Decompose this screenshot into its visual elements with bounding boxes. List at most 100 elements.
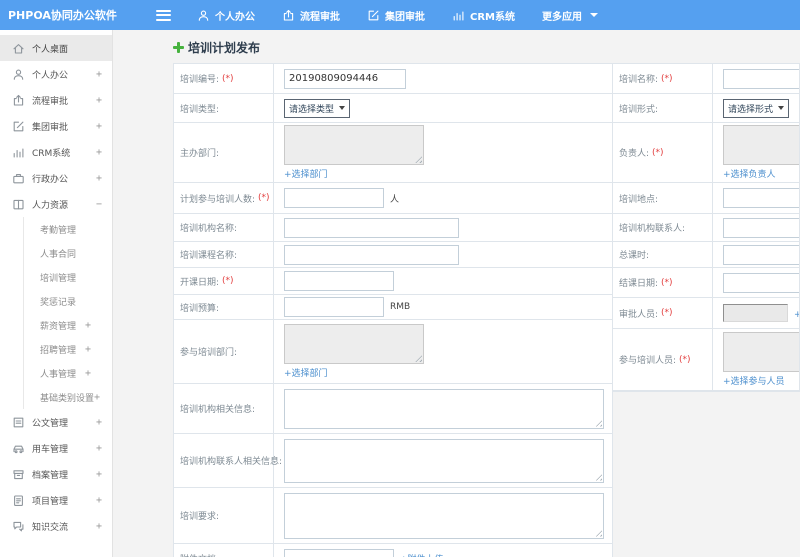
field-label-org-name: 培训机构名称: xyxy=(174,214,274,241)
nav-item-personal-office[interactable]: 个人办公 xyxy=(197,8,255,23)
sidebar-item-vehicle-mgmt[interactable]: 用车管理 + xyxy=(0,435,112,461)
field-label-training-form: 培训形式: xyxy=(613,94,713,122)
hamburger-icon[interactable] xyxy=(156,9,171,21)
expand-icon[interactable]: + xyxy=(94,392,100,403)
sidebar-item-knowledge-exchange[interactable]: 知识交流 + xyxy=(0,513,112,539)
page-title-text: 培训计划发布 xyxy=(188,41,261,55)
sidebar-item-salary-mgmt[interactable]: 薪资管理 + xyxy=(24,313,112,337)
org-contact-info-textarea[interactable] xyxy=(284,438,604,483)
nav-item-group-approval[interactable]: 集团审批 xyxy=(367,8,425,23)
sidebar-item-reward-punishment[interactable]: 奖惩记录 xyxy=(24,289,112,313)
form-row-location: 培训地点: xyxy=(613,183,799,214)
nav-item-workflow-approval[interactable]: 流程审批 xyxy=(282,8,340,23)
sidebar-item-label: 基础类别设置 xyxy=(40,393,95,404)
nav-item-crm-system[interactable]: CRM系统 xyxy=(452,8,515,23)
form-row-planned-participants: 计划参与培训人数: (*) 人 xyxy=(174,183,612,214)
participants-picker-link[interactable]: +选择参与人员 xyxy=(723,374,785,387)
training-requirements-textarea[interactable] xyxy=(284,492,604,539)
collapse-icon[interactable]: − xyxy=(96,199,102,210)
archive-icon xyxy=(12,468,25,481)
expand-icon[interactable]: + xyxy=(96,173,102,184)
sidebar-item-document-mgmt[interactable]: 公文管理 + xyxy=(0,409,112,435)
field-label-text: 培训机构联系人: xyxy=(619,224,686,234)
attachment-input[interactable] xyxy=(284,548,394,557)
sidebar-item-label: 用车管理 xyxy=(32,444,69,455)
expand-icon[interactable]: + xyxy=(96,469,102,480)
sidebar-item-human-resources[interactable]: 人力资源 − xyxy=(0,191,112,217)
training-no-input[interactable] xyxy=(284,68,406,89)
sidebar-item-base-category-settings[interactable]: 基础类别设置 + xyxy=(24,385,112,409)
budget-input[interactable] xyxy=(284,297,384,317)
training-name-input[interactable] xyxy=(723,68,799,89)
sidebar-item-archive-mgmt[interactable]: 档案管理 + xyxy=(0,461,112,487)
form-row-end-date: 结课日期: (*) xyxy=(613,268,799,298)
sidebar-item-group-approval[interactable]: 集团审批 + xyxy=(0,113,112,139)
field-control-training-name xyxy=(713,64,799,93)
location-input[interactable] xyxy=(723,188,799,208)
org-info-textarea[interactable] xyxy=(284,388,604,429)
required-marker: (*) xyxy=(679,354,691,365)
form-row-participants: 参与培训人员: (*) +选择参与人员 xyxy=(613,329,799,391)
approver-picker-link[interactable]: +选择审批人员 xyxy=(794,307,799,320)
leader-picker-link[interactable]: +选择负责人 xyxy=(723,167,776,180)
field-label-end-date: 结课日期: (*) xyxy=(613,268,713,297)
end-date-input[interactable] xyxy=(723,272,799,293)
expand-icon[interactable]: + xyxy=(85,368,91,379)
field-control-training-type: 请选择类型 xyxy=(274,94,612,122)
sidebar-item-workflow-approval[interactable]: 流程审批 + xyxy=(0,87,112,113)
course-name-input[interactable] xyxy=(284,244,459,265)
expand-icon[interactable]: + xyxy=(96,121,102,132)
sidebar-item-training-mgmt[interactable]: 培训管理 xyxy=(24,265,112,289)
sidebar-item-personnel-mgmt[interactable]: 人事管理 + xyxy=(24,361,112,385)
planned-participants-input[interactable] xyxy=(284,188,384,208)
field-label-text: 主办部门: xyxy=(180,149,220,159)
field-control-total-hours xyxy=(713,242,799,267)
expand-icon[interactable]: + xyxy=(96,69,102,80)
page-title: 培训计划发布 xyxy=(173,39,800,56)
field-label-text: 培训机构联系人相关信息: xyxy=(180,457,283,467)
sidebar-item-hr-contract[interactable]: 人事合同 xyxy=(24,241,112,265)
sidebar-item-label: 知识交流 xyxy=(32,522,69,533)
training-form-select[interactable]: 请选择形式 xyxy=(723,98,789,118)
total-hours-input[interactable] xyxy=(723,244,799,265)
sidebar-item-project-mgmt[interactable]: 项目管理 + xyxy=(0,487,112,513)
field-label-leader: 负责人: (*) xyxy=(613,123,713,182)
field-label-training-requirements: 培训要求: xyxy=(174,488,274,543)
org-name-input[interactable] xyxy=(284,217,459,238)
home-icon xyxy=(12,42,25,55)
field-label-text: 培训预算: xyxy=(180,303,220,314)
attachment-picker-link[interactable]: +附件上传 xyxy=(400,552,444,557)
field-label-location: 培训地点: xyxy=(613,183,713,213)
expand-icon[interactable]: + xyxy=(96,147,102,158)
expand-icon[interactable]: + xyxy=(96,95,102,106)
sidebar-item-attendance-mgmt[interactable]: 考勤管理 xyxy=(24,217,112,241)
host-dept-picker-link[interactable]: +选择部门 xyxy=(284,167,328,180)
expand-icon[interactable]: + xyxy=(96,495,102,506)
expand-icon[interactable]: + xyxy=(85,320,91,331)
nav-item-label: 集团审批 xyxy=(385,11,425,23)
sidebar-item-recruit-mgmt[interactable]: 招聘管理 + xyxy=(24,337,112,361)
sidebar-item-personal-office[interactable]: 个人办公 + xyxy=(0,61,112,87)
form-left-panel: 培训编号:(*)培训类型:请选择类型主办部门:+选择部门计划参与培训人数:(*)… xyxy=(173,63,613,557)
start-date-input[interactable] xyxy=(284,271,394,291)
sidebar-item-label: 培训管理 xyxy=(40,273,77,284)
sidebar-item-admin-office[interactable]: 行政办公 + xyxy=(0,165,112,191)
participating-depts-picker-link[interactable]: +选择部门 xyxy=(284,366,328,379)
sidebar-item-personal-desktop[interactable]: 个人桌面 xyxy=(0,35,112,61)
expand-icon[interactable]: + xyxy=(96,417,102,428)
expand-icon[interactable]: + xyxy=(96,521,102,532)
field-control-end-date xyxy=(713,268,799,297)
training-type-select[interactable]: 请选择类型 xyxy=(284,98,350,118)
expand-icon[interactable]: + xyxy=(85,344,91,355)
main-content: 培训计划发布 培训编号:(*)培训类型:请选择类型主办部门:+选择部门计划参与培… xyxy=(113,30,800,557)
sidebar-item-crm-system[interactable]: CRM系统 + xyxy=(0,139,112,165)
training-plan-form: 培训编号:(*)培训类型:请选择类型主办部门:+选择部门计划参与培训人数:(*)… xyxy=(173,63,800,557)
org-contact-input[interactable] xyxy=(723,217,799,238)
field-control-start-date xyxy=(274,268,612,294)
nav-item-more-apps[interactable]: 更多应用 xyxy=(542,8,598,23)
expand-icon[interactable]: + xyxy=(96,443,102,454)
sidebar-subtree-human-resources: 考勤管理 人事合同 培训管理 奖惩记录 薪资管理 + 招聘管理 + 人事管理 + 基础类别设置 + xyxy=(23,217,112,409)
required-marker: (*) xyxy=(661,73,673,84)
field-label-text: 负责人: xyxy=(619,149,650,159)
field-label-approver: 审批人员: (*) xyxy=(613,298,713,328)
